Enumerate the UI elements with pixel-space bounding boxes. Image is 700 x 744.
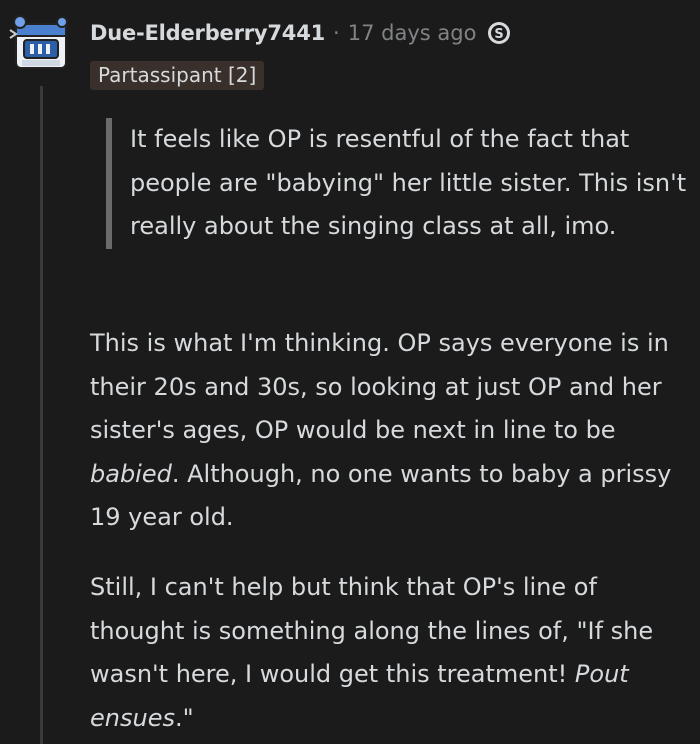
comment-paragraph-2: Still, I can't help but think that OP's … <box>90 566 685 740</box>
snoo-coin-icon: S <box>486 20 512 46</box>
user-flair: Partassipant [2] <box>90 61 265 90</box>
separator-dot: · <box>333 21 340 45</box>
comment-header: Due-Elderberry7441 · 17 days ago S <box>90 16 512 50</box>
username[interactable]: Due-Elderberry7441 <box>90 21 325 45</box>
user-avatar[interactable] <box>8 10 74 76</box>
text-segment: This is what I'm thinking. OP says every… <box>90 329 669 444</box>
robot-avatar-icon <box>9 15 68 69</box>
timestamp[interactable]: 17 days ago <box>348 21 477 45</box>
text-segment: . Although, no one wants to baby a priss… <box>90 459 672 532</box>
text-segment: Still, I can't help but think that OP's … <box>90 573 654 688</box>
svg-text:S: S <box>495 27 504 42</box>
thread-collapse-line[interactable] <box>40 86 43 744</box>
emphasis-text: babied <box>90 459 172 488</box>
comment-paragraph-1: This is what I'm thinking. OP says every… <box>90 322 685 540</box>
blockquote: It feels like OP is resentful of the fac… <box>106 118 700 249</box>
text-segment: ." <box>174 703 194 732</box>
